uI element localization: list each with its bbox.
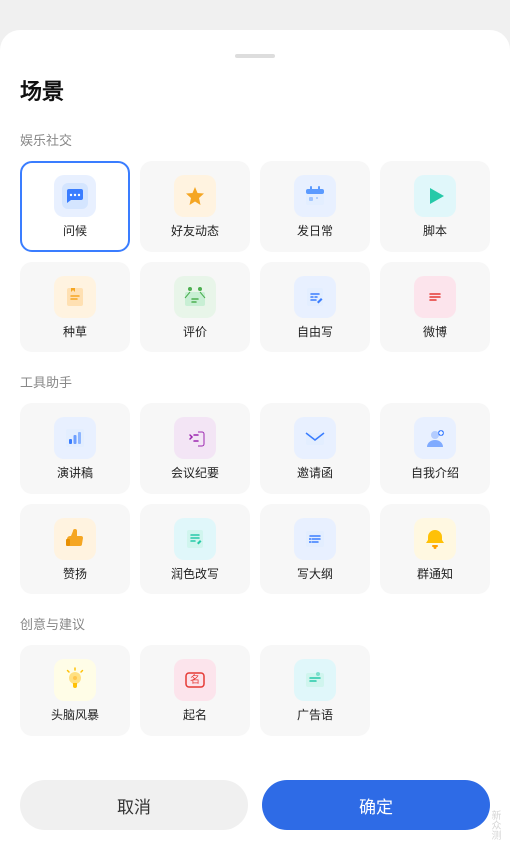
grid-entertainment: 问候 好友动态 <box>20 161 490 352</box>
item-slogan-label: 广告语 <box>297 708 333 724</box>
item-minutes-label: 会议纪要 <box>171 466 219 482</box>
item-script[interactable]: 脚本 <box>380 161 490 252</box>
icon-groupnotice <box>414 518 456 560</box>
item-friends-label: 好友动态 <box>171 224 219 240</box>
item-slogan[interactable]: 广告语 <box>260 645 370 736</box>
item-speech[interactable]: 演讲稿 <box>20 403 130 494</box>
icon-brainstorm <box>54 659 96 701</box>
item-outline[interactable]: 写大纲 <box>260 504 370 595</box>
item-groupnotice[interactable]: 群通知 <box>380 504 490 595</box>
item-praise[interactable]: 赞扬 <box>20 504 130 595</box>
icon-greeting <box>54 175 96 217</box>
grid-creative: 头脑风暴 名 起名 <box>20 645 490 736</box>
item-weibo-label: 微博 <box>423 325 447 341</box>
icon-selfintro <box>414 417 456 459</box>
item-naming[interactable]: 名 起名 <box>140 645 250 736</box>
item-review[interactable]: 评价 <box>140 262 250 353</box>
item-freewrite[interactable]: 自由写 <box>260 262 370 353</box>
item-rewrite-label: 润色改写 <box>171 567 219 583</box>
item-weibo[interactable]: 微博 <box>380 262 490 353</box>
cancel-button[interactable]: 取消 <box>20 780 248 830</box>
item-selfintro-label: 自我介绍 <box>411 466 459 482</box>
icon-daily <box>294 175 336 217</box>
icon-recommend <box>54 276 96 318</box>
item-rewrite[interactable]: 润色改写 <box>140 504 250 595</box>
svg-text:名: 名 <box>190 673 200 686</box>
grid-tools: 演讲稿 会议纪要 <box>20 403 490 594</box>
confirm-button[interactable]: 确定 <box>262 780 490 830</box>
modal-card: 场景 娱乐社交 问候 <box>0 30 510 850</box>
item-review-label: 评价 <box>183 325 207 341</box>
icon-speech <box>54 417 96 459</box>
item-speech-label: 演讲稿 <box>57 466 93 482</box>
icon-script <box>414 175 456 217</box>
icon-slogan <box>294 659 336 701</box>
page-title: 场景 <box>20 74 490 106</box>
item-brainstorm-label: 头脑风暴 <box>51 708 99 724</box>
bottom-buttons: 取消 确定 <box>20 764 490 830</box>
section-label-entertainment: 娱乐社交 <box>20 130 490 149</box>
section-label-creative: 创意与建议 <box>20 614 490 633</box>
item-selfintro[interactable]: 自我介绍 <box>380 403 490 494</box>
icon-minutes <box>174 417 216 459</box>
icon-rewrite <box>174 518 216 560</box>
item-freewrite-label: 自由写 <box>297 325 333 341</box>
item-invitation[interactable]: 邀请函 <box>260 403 370 494</box>
icon-praise <box>54 518 96 560</box>
icon-outline <box>294 518 336 560</box>
item-minutes[interactable]: 会议纪要 <box>140 403 250 494</box>
item-brainstorm[interactable]: 头脑风暴 <box>20 645 130 736</box>
icon-freewrite <box>294 276 336 318</box>
item-invitation-label: 邀请函 <box>297 466 333 482</box>
item-daily-label: 发日常 <box>297 224 333 240</box>
item-script-label: 脚本 <box>423 224 447 240</box>
watermark: 新众测 <box>487 810 502 840</box>
item-recommend-label: 种草 <box>63 325 87 341</box>
item-daily[interactable]: 发日常 <box>260 161 370 252</box>
icon-naming: 名 <box>174 659 216 701</box>
icon-review <box>174 276 216 318</box>
item-groupnotice-label: 群通知 <box>417 567 453 583</box>
item-naming-label: 起名 <box>183 708 207 724</box>
section-label-tools: 工具助手 <box>20 372 490 391</box>
item-friends[interactable]: 好友动态 <box>140 161 250 252</box>
icon-friends <box>174 175 216 217</box>
item-recommend[interactable]: 种草 <box>20 262 130 353</box>
icon-invitation <box>294 417 336 459</box>
drag-indicator <box>235 54 275 58</box>
page-container: 场景 娱乐社交 问候 <box>0 0 510 850</box>
item-outline-label: 写大纲 <box>297 567 333 583</box>
icon-weibo <box>414 276 456 318</box>
item-greeting[interactable]: 问候 <box>20 161 130 252</box>
item-praise-label: 赞扬 <box>63 567 87 583</box>
item-greeting-label: 问候 <box>63 224 87 240</box>
